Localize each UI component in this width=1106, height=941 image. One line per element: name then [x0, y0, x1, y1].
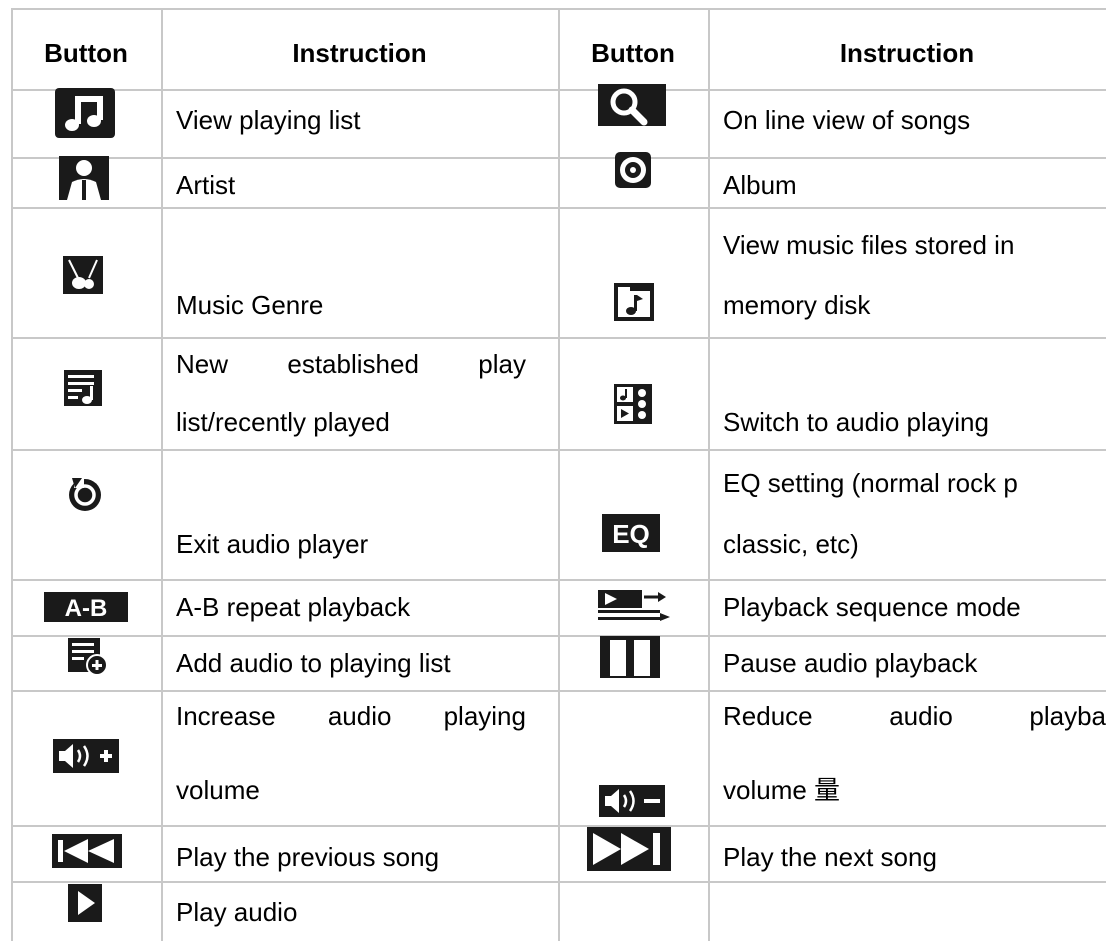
word: playba [1029, 701, 1106, 731]
sequence-mode-icon[interactable] [592, 587, 676, 630]
instruction-text: A-B repeat playback [176, 592, 411, 622]
word: playing [443, 701, 526, 731]
grid-line [11, 635, 1106, 637]
instruction-text: EQ setting (normal rock p [723, 468, 1018, 498]
grid-line [11, 8, 1106, 10]
instruction-text: On line view of songs [723, 105, 971, 135]
instruction-text-justified: Reduce audio playba [723, 697, 1106, 735]
instruction-text: list/recently played [176, 407, 390, 437]
guitar-genre-icon[interactable] [63, 256, 103, 299]
svg-text:A-B: A-B [65, 595, 108, 622]
instruction-text: Pause audio playback [723, 648, 978, 678]
ab-repeat-icon[interactable]: A-B [44, 592, 128, 627]
grid-line [11, 89, 1106, 91]
grid-line [11, 157, 1106, 159]
grid-line [11, 8, 13, 941]
instruction-text: View music files stored in [723, 230, 1015, 260]
grid-line [11, 881, 1106, 883]
playlist-new-icon[interactable] [64, 370, 102, 411]
header-button: Button [44, 38, 128, 68]
grid-line [11, 825, 1106, 827]
search-icon[interactable] [598, 84, 666, 131]
memory-disk-music-icon[interactable] [614, 283, 654, 326]
header-instruction: Instruction [839, 38, 975, 68]
word: audio [327, 701, 392, 731]
grid-line [11, 449, 1106, 451]
next-icon[interactable] [587, 827, 671, 876]
music-note-icon[interactable] [55, 88, 115, 143]
instruction-text-justified: Increase audio playing [176, 697, 526, 735]
instruction-text: Play audio [176, 897, 298, 927]
grid-line [161, 8, 163, 941]
grid-line [11, 337, 1106, 339]
instruction-text: Exit audio player [176, 529, 369, 559]
instruction-text: classic, etc) [723, 529, 859, 559]
grid-line [11, 690, 1106, 692]
button-instruction-table: Button Instruction Button Instruction A-… [0, 0, 1106, 941]
header-instruction: Instruction [292, 38, 427, 68]
svg-text:EQ: EQ [612, 519, 650, 549]
grid-line [558, 8, 560, 941]
word: New [176, 349, 229, 379]
instruction-text: volume 量 [723, 775, 841, 805]
add-to-list-icon[interactable] [68, 638, 108, 681]
grid-line [11, 207, 1106, 209]
instruction-text: memory disk [723, 290, 871, 320]
switch-audio-icon[interactable] [614, 384, 652, 429]
instruction-text: Playback sequence mode [723, 592, 1021, 622]
instruction-text: Music Genre [176, 290, 324, 320]
word: Increase [176, 701, 276, 731]
grid-line [708, 8, 710, 941]
instruction-text: View playing list [176, 105, 361, 135]
grid-line [11, 579, 1106, 581]
header-button: Button [591, 38, 675, 68]
instruction-text: Switch to audio playing [723, 407, 989, 437]
play-icon[interactable] [68, 884, 102, 927]
word: audio [889, 701, 953, 731]
volume-up-icon[interactable] [53, 739, 119, 778]
instruction-text: Play the next song [723, 842, 937, 872]
previous-icon[interactable] [52, 834, 122, 873]
instruction-text: Artist [176, 170, 236, 200]
pause-icon[interactable] [600, 636, 660, 683]
word: Reduce [723, 701, 813, 731]
instruction-text: Play the previous song [176, 842, 440, 872]
artist-icon[interactable] [59, 156, 109, 205]
instruction-text: Album [723, 170, 797, 200]
instruction-text: volume [176, 775, 260, 805]
word: established [287, 349, 419, 379]
word: play [478, 349, 526, 379]
eq-icon[interactable]: EQ [602, 514, 660, 557]
instruction-text: Add audio to playing list [176, 648, 451, 678]
album-disc-icon[interactable] [615, 152, 651, 193]
exit-icon[interactable] [66, 474, 104, 517]
instruction-text-justified: New established play [176, 345, 526, 383]
volume-down-icon[interactable] [599, 785, 665, 822]
